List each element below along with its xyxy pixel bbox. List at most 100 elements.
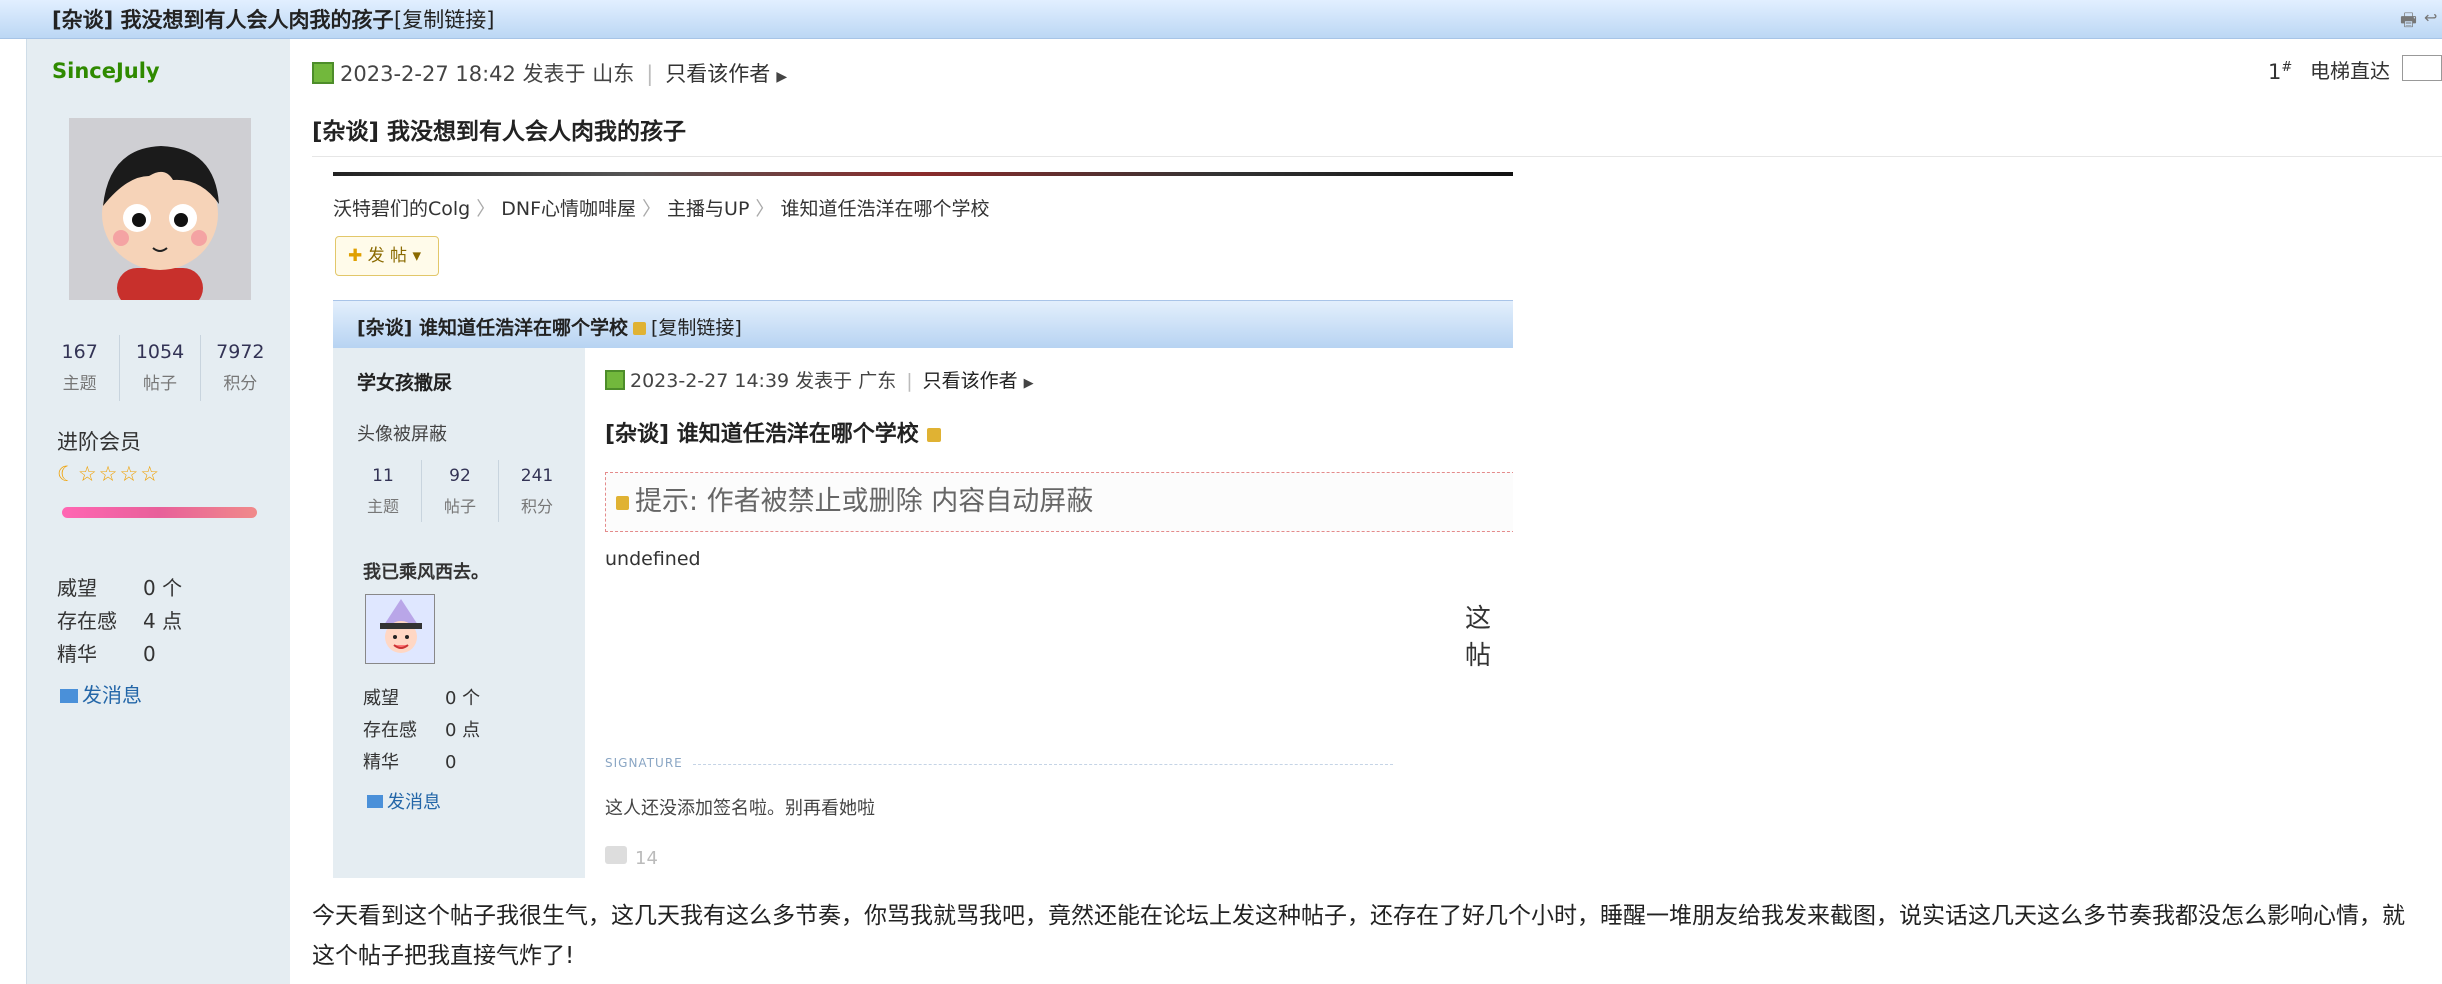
row-value: 0 [143, 642, 156, 666]
floor-sup: # [2281, 60, 2293, 75]
screenshot-author-sidebar: 学女孩撒尿 头像被屏蔽 11 主题 92 帖子 241 积分 我已乘风西去。 威望 0 … [333, 348, 585, 878]
screenshot-author-stats: 11 主题 92 帖子 241 积分 [345, 460, 575, 522]
send-message-label: 发消息 [387, 792, 441, 813]
thread-title: [杂谈] 我没想到有人会人肉我的孩子 [52, 8, 394, 32]
floor-number: 1# [2268, 60, 2292, 84]
like-count-value: 14 [635, 848, 658, 869]
screenshot-author-name: 学女孩撒尿 [357, 372, 453, 394]
custom-title: 我已乘风西去。 [363, 562, 489, 583]
screenshot-title-bar: [杂谈] 谁知道任浩洋在哪个学校 [复制链接] [333, 300, 1513, 348]
stat-value: 92 [449, 466, 471, 486]
row-key: 威望 [57, 576, 97, 600]
breadcrumb-item: 主播与UP [667, 198, 750, 220]
presence-row: 存在感 4 点 [57, 605, 182, 634]
author-name[interactable]: SinceJuly [52, 59, 160, 83]
essence-row: 精华 0 [363, 748, 456, 774]
row-value: 0 个 [143, 576, 183, 600]
screenshot-copy-link: [复制链接] [650, 317, 742, 339]
breadcrumb-item: 沃特碧们的Colg [333, 198, 471, 220]
stat-label: 主题 [62, 374, 97, 394]
thread-title-bar: [杂谈] 我没想到有人会人肉我的孩子 [复制链接] 🖶 ↩ [0, 0, 2442, 39]
mail-icon [367, 795, 383, 808]
avatar[interactable] [69, 118, 251, 300]
author-sidebar: SinceJuly 167 主题 1054 帖子 7972 积分 进阶会员 ☾☆… [26, 39, 290, 984]
post-body: 今天看到这个帖子我很生气，这几天我有这么多节奏，你骂我就骂我吧，竟然还能在论坛上… [312, 903, 2405, 969]
stat-posts: 92 帖子 [422, 460, 499, 522]
screenshot-post-meta: 2023-2-27 14:39 发表于 广东 | 只看该作者 ▶ [605, 366, 1034, 393]
send-message-link[interactable]: 发消息 [60, 679, 142, 708]
user-group[interactable]: 进阶会员 [57, 426, 141, 456]
divider [312, 156, 2442, 157]
row-key: 存在感 [363, 720, 417, 741]
stat-threads[interactable]: 167 主题 [40, 335, 121, 401]
jump-label: 电梯直达 [2310, 59, 2390, 83]
row-key: 威望 [363, 688, 399, 709]
undefined-text: undefined [605, 548, 701, 570]
truncated-text: 这帖 [1465, 604, 1492, 671]
rank-progress-bar [62, 507, 257, 518]
play-triangle-icon: ▶ [1023, 376, 1034, 391]
blocked-content-notice: 提示: 作者被禁止或删除 内容自动屏蔽 [605, 472, 1513, 532]
like-count: 14 [605, 846, 658, 869]
stat-value: 241 [520, 466, 554, 486]
prestige-row: 威望 0 个 [363, 684, 480, 710]
stat-value: 7972 [216, 341, 265, 363]
embedded-screenshot: 沃特碧们的Colg 〉 DNF心情咖啡屋〉主播与UP 〉谁知道任浩洋在哪个学校 ✚ 发… [333, 172, 1513, 878]
screenshot-send-message: 发消息 [367, 788, 441, 814]
thumbs-up-icon [605, 846, 627, 864]
blocked-notice-text: 提示: 作者被禁止或删除 内容自动屏蔽 [635, 486, 1094, 517]
lock-icon [632, 322, 646, 335]
row-value: 4 点 [143, 609, 183, 633]
floor-value: 1 [2268, 60, 2282, 84]
presence-row: 存在感 0 点 [363, 716, 480, 742]
stat-points[interactable]: 7972 积分 [201, 335, 280, 401]
back-arrow-icon[interactable]: ↩ [2424, 8, 2442, 28]
essence-row: 精华 0 [57, 638, 156, 667]
lock-icon [926, 428, 941, 442]
floor-jump-input[interactable] [2402, 55, 2442, 81]
avatar-hidden-text: 头像被屏蔽 [357, 424, 447, 445]
screenshot-post-title-text: [杂谈] 谁知道任浩洋在哪个学校 [605, 422, 919, 447]
only-author-link: 只看该作者 [922, 370, 1018, 392]
row-key: 精华 [57, 642, 97, 666]
signature-label: SIGNATURE [605, 756, 683, 770]
signature-divider [693, 764, 1393, 765]
medal-avatar [365, 594, 435, 664]
new-post-button: ✚ 发 帖 ▾ [335, 236, 439, 276]
prestige-row: 威望 0 个 [57, 572, 182, 601]
stat-label: 积分 [520, 497, 553, 516]
copy-link-button[interactable]: [复制链接] [394, 4, 494, 34]
post-date: 2023-2-27 14:39 发表于 广东 [630, 370, 897, 392]
post-title: [杂谈] 我没想到有人会人肉我的孩子 [312, 119, 687, 145]
screenshot-thread-title: [杂谈] 谁知道任浩洋在哪个学校 [357, 317, 628, 339]
stat-label: 帖子 [142, 374, 177, 394]
stat-label: 主题 [366, 497, 399, 516]
separator: | [646, 62, 654, 86]
new-post-label: 发 帖 [367, 246, 408, 266]
stat-points: 241 积分 [499, 460, 575, 522]
breadcrumb-item: 谁知道任浩洋在哪个学校 [780, 198, 990, 220]
screenshot-post-title: [杂谈] 谁知道任浩洋在哪个学校 [605, 416, 941, 448]
stat-label: 帖子 [443, 497, 476, 516]
author-stats: 167 主题 1054 帖子 7972 积分 [40, 335, 280, 401]
mail-icon [60, 689, 78, 703]
stat-value: 11 [372, 466, 394, 486]
only-author-link[interactable]: 只看该作者 [665, 62, 770, 86]
online-status-icon [312, 62, 334, 84]
stat-value: 167 [61, 341, 98, 363]
stat-threads: 11 主题 [345, 460, 422, 522]
row-value: 0 点 [445, 720, 481, 741]
online-status-icon [605, 370, 625, 390]
breadcrumb-item: DNF心情咖啡屋 [501, 198, 637, 220]
row-value: 0 [445, 752, 457, 773]
post-meta: 2023-2-27 18:42 发表于 山东 | 只看该作者 ▶ [312, 58, 787, 88]
signature-text: 这人还没添加签名啦。别再看她啦 [605, 798, 875, 819]
print-icon[interactable]: 🖶 [2400, 8, 2420, 31]
stat-label: 积分 [223, 374, 258, 394]
row-value: 0 个 [445, 688, 481, 709]
row-key: 存在感 [57, 609, 117, 633]
play-triangle-icon: ▶ [776, 69, 788, 85]
stat-posts[interactable]: 1054 帖子 [120, 335, 201, 401]
rank-stars-icon: ☾☆☆☆☆ [57, 462, 162, 486]
lock-icon [616, 496, 629, 510]
